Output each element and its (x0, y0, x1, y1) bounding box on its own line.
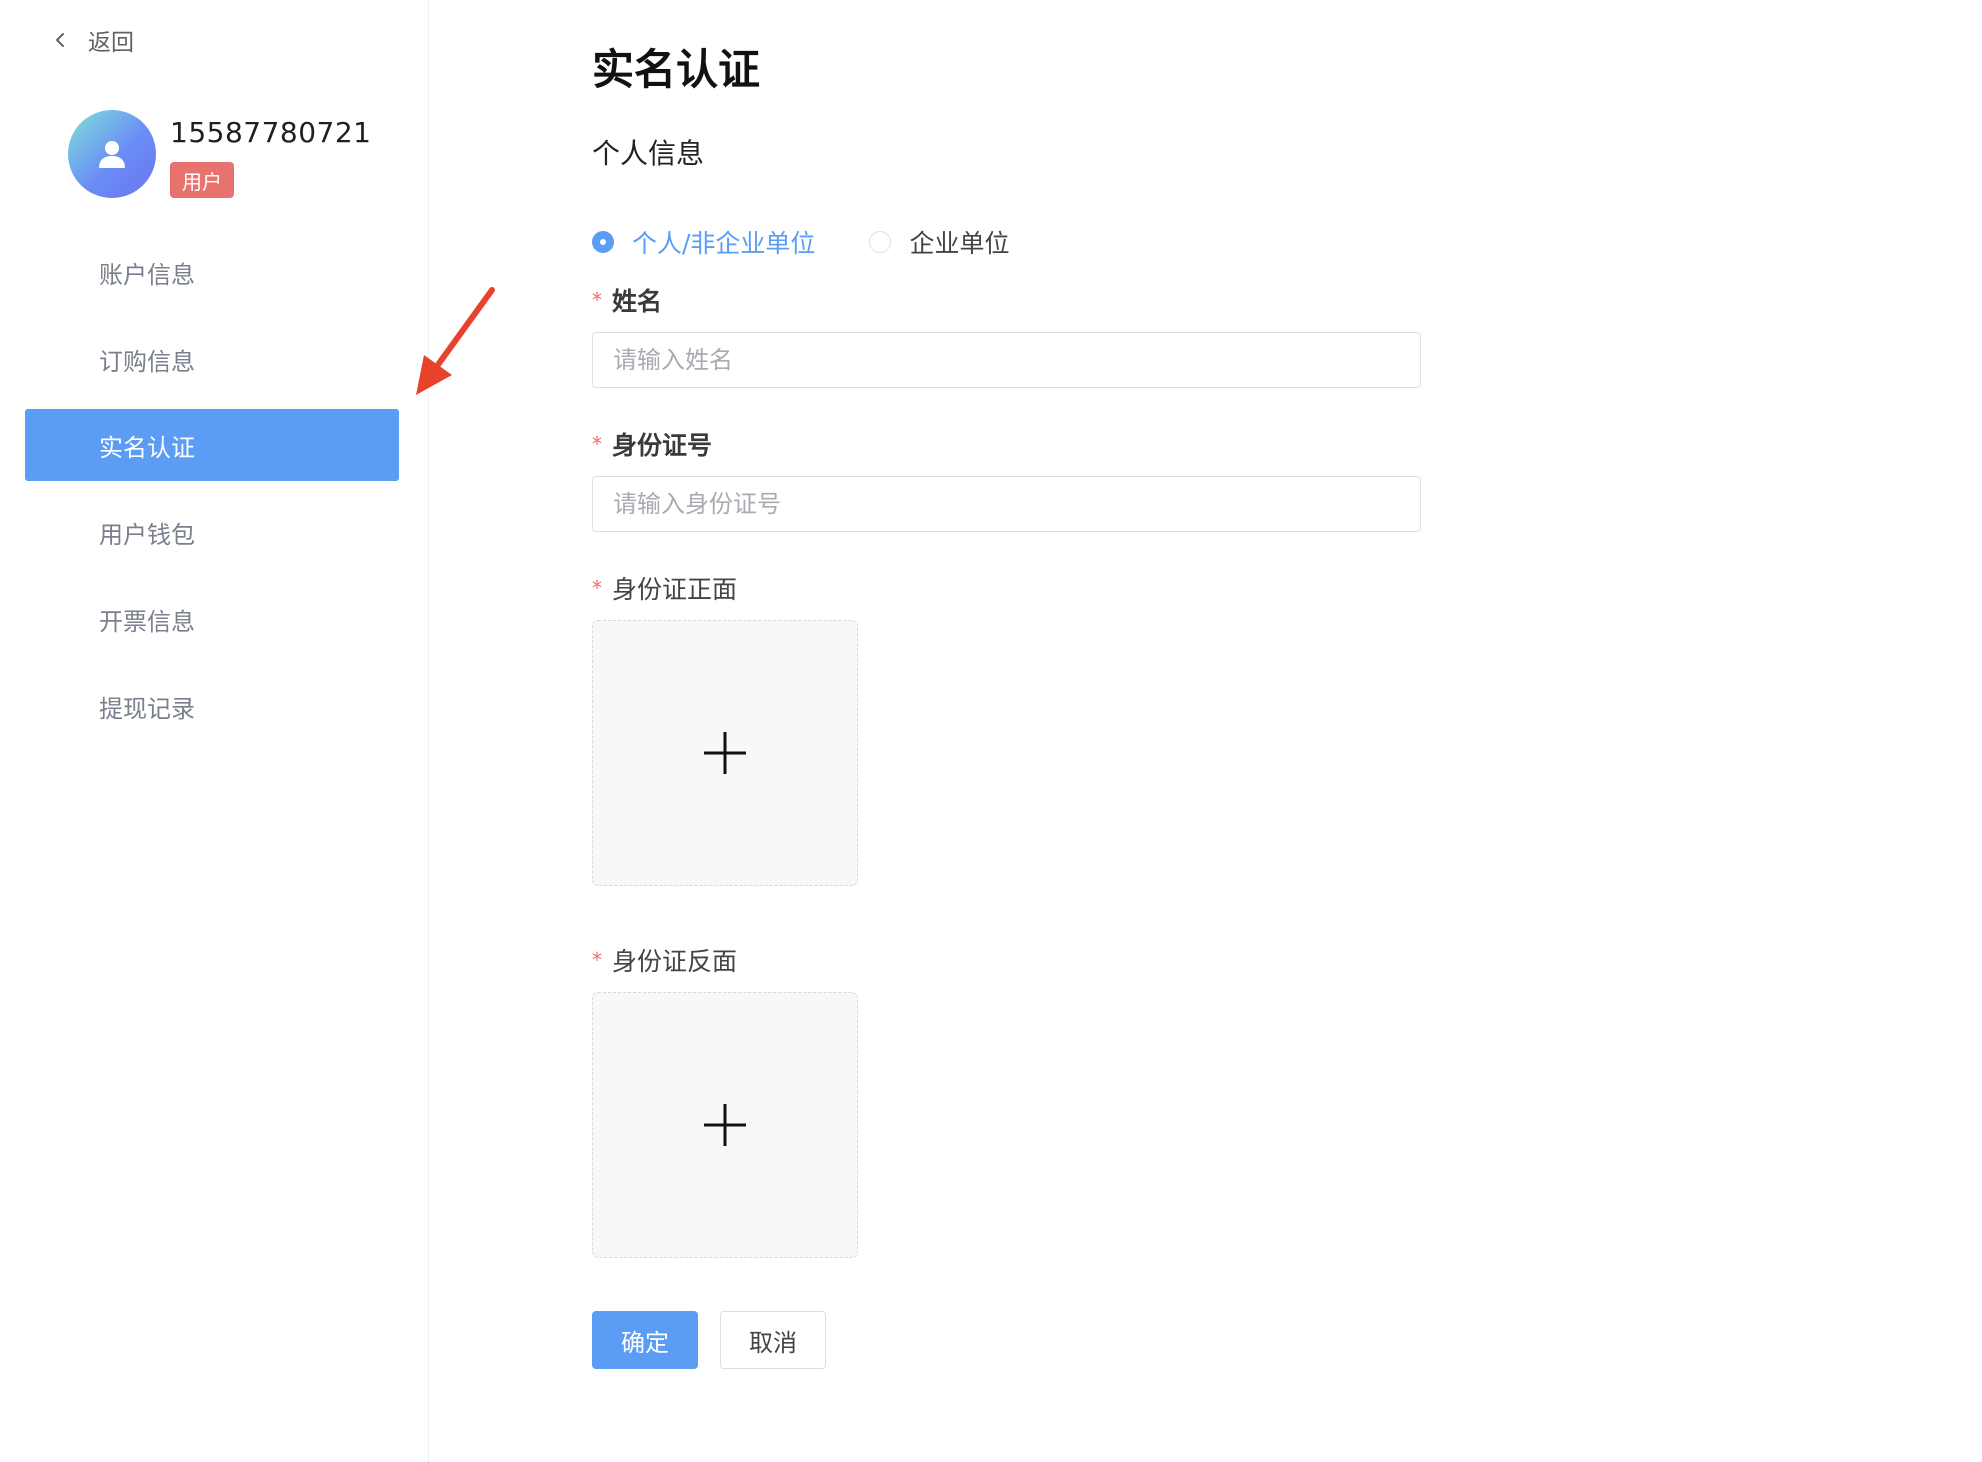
sidebar: 返回 15587780721 用户 账户信息 订购信息 实名认证 用户钱包 开票… (0, 0, 429, 1462)
id-front-field-label: * 身份证正面 (592, 570, 737, 606)
radio-personal-label: 个人/非企业单位 (632, 229, 816, 258)
radio-personal[interactable]: 个人/非企业单位 (592, 224, 815, 260)
section-title: 个人信息 (592, 137, 705, 170)
radio-enterprise-label: 企业单位 (909, 229, 1010, 258)
back-button[interactable]: 返回 (50, 22, 134, 58)
sidebar-item-account-info[interactable]: 账户信息 (25, 236, 399, 308)
required-asterisk: * (592, 432, 602, 456)
name-label-text: 姓名 (612, 287, 663, 316)
sidebar-item-invoice-info[interactable]: 开票信息 (25, 583, 399, 655)
user-phone: 15587780721 (170, 116, 372, 149)
id-back-uploader[interactable] (592, 992, 858, 1258)
id-number-label-text: 身份证号 (612, 431, 713, 460)
id-number-input[interactable] (592, 476, 1421, 532)
cancel-button[interactable]: 取消 (720, 1311, 826, 1369)
sidebar-item-real-name-auth[interactable]: 实名认证 (25, 409, 399, 481)
page-title: 实名认证 (592, 45, 761, 94)
radio-unchecked-icon (869, 231, 892, 253)
id-front-label-text: 身份证正面 (612, 575, 738, 604)
user-icon (99, 141, 125, 168)
name-input[interactable] (592, 332, 1421, 388)
required-asterisk: * (592, 288, 602, 312)
radio-enterprise[interactable]: 企业单位 (869, 224, 1009, 260)
required-asterisk: * (592, 948, 602, 972)
radio-checked-icon (592, 231, 614, 253)
required-asterisk: * (592, 576, 602, 600)
annotation-arrow-icon (416, 287, 495, 395)
sidebar-item-order-info[interactable]: 订购信息 (25, 323, 399, 395)
entity-type-radio-group: 个人/非企业单位 企业单位 (592, 224, 1063, 260)
confirm-button[interactable]: 确定 (592, 1311, 698, 1369)
name-field-label: * 姓名 (592, 282, 662, 318)
sidebar-item-withdraw-records[interactable]: 提现记录 (25, 670, 399, 742)
back-label: 返回 (88, 30, 134, 56)
id-back-label-text: 身份证反面 (612, 947, 738, 976)
role-badge: 用户 (170, 162, 234, 198)
plus-icon (704, 1104, 746, 1146)
chevron-left-icon (56, 33, 64, 47)
sidebar-item-wallet[interactable]: 用户钱包 (25, 496, 399, 568)
avatar[interactable] (68, 110, 156, 198)
id-back-field-label: * 身份证反面 (592, 942, 737, 978)
id-front-uploader[interactable] (592, 620, 858, 886)
plus-icon (704, 732, 746, 774)
id-number-field-label: * 身份证号 (592, 426, 712, 462)
